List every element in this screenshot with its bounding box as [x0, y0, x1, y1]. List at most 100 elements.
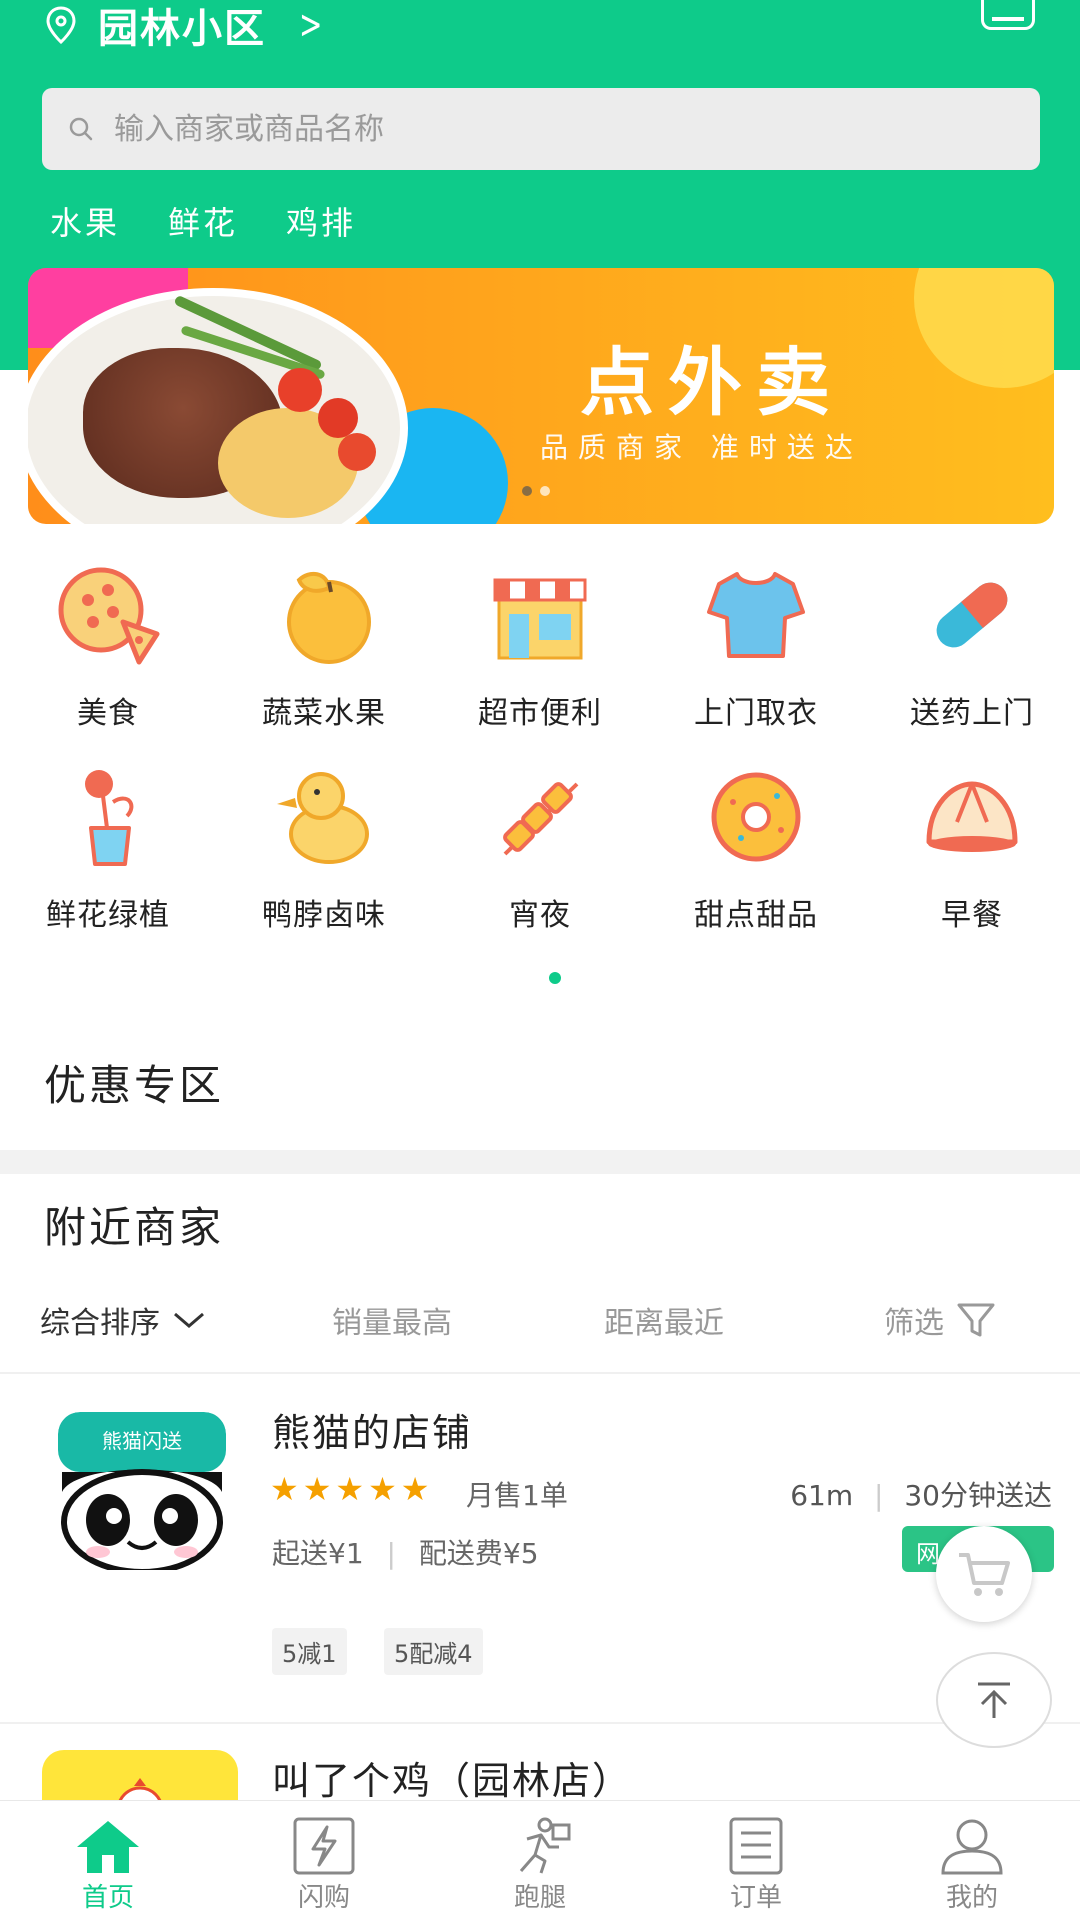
duck-icon: [277, 772, 369, 864]
cart-icon: [959, 1553, 1010, 1596]
pizza-icon: [58, 567, 160, 665]
pager-dot[interactable]: [540, 486, 550, 496]
sort-distance[interactable]: 距离最近: [604, 1298, 724, 1342]
panda-logo-icon: 熊猫闪送: [58, 1412, 226, 1570]
promo-tag: 5配减4: [384, 1628, 483, 1675]
nearby-section-title: 附近商家: [44, 1203, 225, 1252]
category-desserts[interactable]: 甜点甜品: [648, 762, 864, 934]
hot-keyword[interactable]: 鸡排: [286, 198, 356, 244]
sort-label: 销量最高: [332, 1306, 452, 1341]
shop-icon: [981, 0, 1035, 30]
arrow-up-icon: [978, 1682, 1010, 1718]
tab-errand[interactable]: 跑腿: [432, 1801, 648, 1920]
monthly-sales: 月售1单: [466, 1479, 568, 1512]
pill-icon: [936, 582, 1008, 648]
category-laundry[interactable]: 上门取衣: [648, 560, 864, 732]
bottom-tab-bar: 首页 闪购 跑腿 订单 我的: [0, 1800, 1080, 1920]
shop-fees: 起送¥1 | 配送费¥5: [272, 1537, 539, 1570]
delivery-fee: 配送费¥5: [418, 1537, 539, 1570]
category-medicine[interactable]: 送药上门: [864, 560, 1080, 732]
tab-label: 我的: [945, 1883, 998, 1913]
banner-decoration: [914, 268, 1054, 388]
category-breakfast[interactable]: 早餐: [864, 762, 1080, 934]
tshirt-icon: [707, 572, 805, 658]
location-pin-icon: [46, 6, 76, 45]
tab-label: 首页: [81, 1883, 134, 1913]
location-selector[interactable]: 园林小区 >: [44, 0, 328, 52]
skewer-icon: [503, 782, 579, 856]
category-fruit-veg[interactable]: 蔬菜水果: [216, 560, 432, 732]
category-label: 超市便利: [478, 696, 602, 731]
rating-stars: ★ ★ ★ ★ ★: [270, 1470, 429, 1508]
category-food[interactable]: 美食: [0, 560, 216, 732]
food-plate-image: [278, 368, 322, 412]
search-input[interactable]: [114, 111, 914, 147]
sort-comprehensive[interactable]: 综合排序: [40, 1298, 206, 1342]
filter-icon: [957, 1303, 995, 1337]
filter-button[interactable]: 筛选: [884, 1298, 996, 1342]
shop-distance: 61m: [790, 1479, 854, 1512]
chevron-right-icon: >: [299, 2, 323, 48]
orange-icon: [287, 571, 371, 664]
promo-banner[interactable]: 点外卖 品质商家 准时送达: [28, 268, 1054, 524]
category-late-night[interactable]: 宵夜: [432, 762, 648, 934]
tab-label: 跑腿: [513, 1883, 566, 1913]
category-pager-dot: [549, 972, 561, 984]
distance-delivery-time: 61m | 30分钟送达: [790, 1479, 1052, 1512]
category-label: 蔬菜水果: [262, 696, 386, 731]
cart-button[interactable]: [936, 1526, 1032, 1622]
location-name: 园林小区: [98, 6, 266, 52]
search-icon: [69, 117, 93, 141]
hot-keywords: 水果 鲜花 鸡排: [50, 198, 356, 244]
food-plate-image: [318, 398, 358, 438]
user-icon: [941, 1819, 1003, 1875]
order-icon: [729, 1817, 783, 1875]
banner-pager: [522, 486, 550, 496]
food-plate-image: [338, 433, 376, 471]
logo-text: 熊猫闪送: [102, 1429, 182, 1453]
back-to-top-button[interactable]: [936, 1652, 1052, 1748]
shop-card[interactable]: 叫了个鸡（园林店）: [0, 1724, 1080, 1800]
category-duck[interactable]: 鸭脖卤味: [216, 762, 432, 934]
home-icon: [77, 1821, 139, 1873]
hot-keyword[interactable]: 水果: [50, 198, 120, 244]
hot-keyword[interactable]: 鲜花: [168, 198, 238, 244]
bun-icon: [926, 781, 1018, 852]
shop-name[interactable]: 熊猫的店铺: [272, 1402, 472, 1457]
pager-dot[interactable]: [522, 486, 532, 496]
category-label: 美食: [77, 696, 139, 731]
category-flowers[interactable]: 鲜花绿植: [0, 762, 216, 934]
tab-orders[interactable]: 订单: [648, 1801, 864, 1920]
donut-icon: [711, 772, 801, 862]
delivery-time: 30分钟送达: [904, 1479, 1052, 1512]
star-icon: ★: [368, 1470, 397, 1508]
category-label: 甜点甜品: [694, 898, 818, 933]
tab-home[interactable]: 首页: [0, 1801, 216, 1920]
sort-bar: 综合排序 销量最高 距离最近 筛选: [0, 1298, 1080, 1360]
star-icon: ★: [335, 1470, 365, 1508]
app-screen: 园林小区 > 水果 鲜花 鸡排 点外卖: [0, 0, 1080, 1920]
category-label: 鸭脖卤味: [262, 898, 386, 933]
star-icon: ★: [302, 1470, 332, 1508]
tab-label: 订单: [729, 1883, 782, 1913]
store-icon-button[interactable]: [976, 0, 1040, 50]
tab-flash[interactable]: 闪购: [216, 1801, 432, 1920]
chicken-logo-icon: [118, 1778, 162, 1800]
min-order: 起送¥1: [272, 1537, 364, 1570]
shop-name[interactable]: 叫了个鸡（园林店）: [272, 1750, 632, 1800]
tab-profile[interactable]: 我的: [864, 1801, 1080, 1920]
sort-sales[interactable]: 销量最高: [332, 1298, 452, 1342]
star-icon: ★: [270, 1470, 299, 1508]
category-label: 上门取衣: [694, 696, 818, 731]
shop-card[interactable]: 熊猫闪送 熊猫的店铺 ★ ★ ★ ★ ★ 月售1单 61m | 30分钟送达 起送¥1 …: [0, 1372, 1080, 1722]
star-icon: ★: [400, 1470, 430, 1508]
sort-label: 综合排序: [40, 1306, 160, 1341]
flower-icon: [85, 770, 134, 866]
runner-icon: [519, 1817, 571, 1874]
section-divider: [0, 1150, 1080, 1174]
category-supermarket[interactable]: 超市便利: [432, 560, 648, 732]
category-label: 送药上门: [910, 696, 1034, 731]
promo-tag: 5减1: [272, 1628, 347, 1675]
discount-section-title: 优惠专区: [44, 1061, 225, 1110]
search-bar[interactable]: [42, 88, 1040, 170]
